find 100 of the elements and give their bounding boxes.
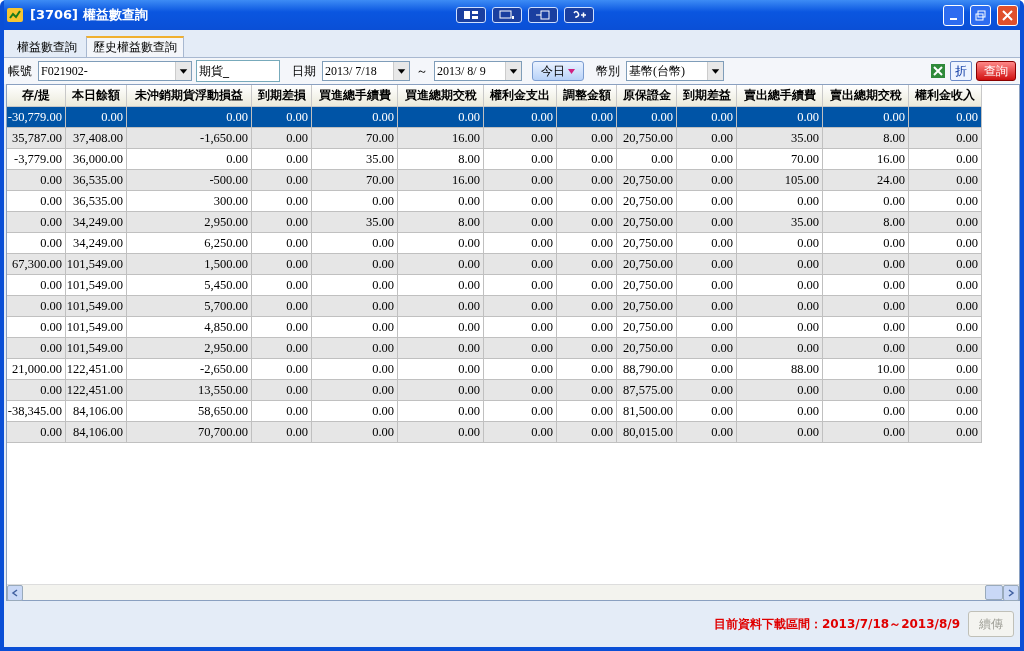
table-cell: 35.00 [737,128,823,149]
table-cell: 20,750.00 [617,191,677,212]
spreadsheet-icon[interactable] [930,63,946,79]
table-cell: 0.00 [909,359,982,380]
table-cell: 0.00 [398,359,484,380]
window-icon[interactable] [492,7,523,23]
table-cell: 20,750.00 [617,128,677,149]
table-cell: 0.00 [484,422,557,443]
horizontal-scrollbar[interactable] [7,584,1019,600]
table-cell: 0.00 [677,128,737,149]
table-cell: 0.00 [252,380,312,401]
column-header[interactable]: 未沖銷期貨浮動損益 [127,85,252,107]
table-cell: 0.00 [484,254,557,275]
table-cell: 0.00 [484,317,557,338]
scroll-left-icon[interactable] [7,585,23,601]
table-cell: 8.00 [398,212,484,233]
table-cell: 0.00 [737,380,823,401]
column-header[interactable]: 到期差益 [677,85,737,107]
table-cell: 0.00 [737,107,823,128]
table-cell: 35.00 [737,212,823,233]
table-cell: 0.00 [909,191,982,212]
table-cell: 0.00 [484,191,557,212]
table-cell: 0.00 [7,380,66,401]
table-cell: 0.00 [737,296,823,317]
table-cell: 0.00 [252,275,312,296]
column-header[interactable]: 本日餘額 [66,85,127,107]
caret-icon [175,62,191,80]
table-cell: 0.00 [312,233,398,254]
table-cell: 0.00 [127,107,252,128]
column-header[interactable]: 買進總手續費 [312,85,398,107]
table-cell: 0.00 [677,212,737,233]
table-cell: 122,451.00 [66,380,127,401]
account-dropdown[interactable]: F021902- [38,61,192,81]
table-cell: 88.00 [737,359,823,380]
column-header[interactable]: 買進總期交稅 [398,85,484,107]
table-cell: 0.00 [557,191,617,212]
table-cell: 0.00 [823,107,909,128]
currency-dropdown[interactable]: 基幣(台幣) [626,61,724,81]
table-cell: 0.00 [557,149,617,170]
column-header[interactable]: 調整金額 [557,85,617,107]
column-header[interactable]: 權利金收入 [909,85,982,107]
today-button[interactable]: 今日 [532,61,584,81]
grid-icon[interactable] [456,7,487,23]
column-header[interactable]: 權利金支出 [484,85,557,107]
table-cell: 0.00 [398,338,484,359]
close-icon [1002,9,1013,21]
window-title: [3706] 權益數查詢 [30,6,148,24]
column-header[interactable]: 原保證金 [617,85,677,107]
query-button[interactable]: 查詢 [976,61,1016,81]
table-cell: 20,750.00 [617,338,677,359]
table-cell: 0.00 [7,233,66,254]
table-cell: 0.00 [557,359,617,380]
table-cell: 0.00 [484,359,557,380]
table-cell: 36,535.00 [66,170,127,191]
column-header[interactable]: 賣出總期交稅 [823,85,909,107]
table-cell: 0.00 [557,107,617,128]
account-name-field[interactable]: 期貨_ [196,60,280,82]
tab[interactable]: 歷史權益數查詢 [86,36,184,57]
column-header[interactable]: 賣出總手續費 [737,85,823,107]
table-cell: 0.00 [737,401,823,422]
close-button[interactable] [997,4,1018,26]
restore-button[interactable] [970,4,991,26]
table-cell: 0.00 [252,128,312,149]
table-cell: 0.00 [252,170,312,191]
caret-icon [393,62,409,80]
table-cell: 0.00 [677,422,737,443]
caret-icon [505,62,521,80]
table-cell: 0.00 [909,275,982,296]
minimize-button[interactable] [943,4,964,26]
table-cell: 0.00 [398,296,484,317]
table-cell: 0.00 [312,380,398,401]
table-cell: 0.00 [252,212,312,233]
table-cell: 0.00 [677,149,737,170]
table-cell: 4,850.00 [127,317,252,338]
table-cell: 0.00 [398,254,484,275]
scroll-right-icon[interactable] [1003,585,1019,601]
scroll-thumb[interactable] [985,585,1003,600]
table-cell: 0.00 [398,233,484,254]
table-cell: 20,750.00 [617,212,677,233]
table-cell: 0.00 [312,422,398,443]
table-cell: 0.00 [823,254,909,275]
tab[interactable]: 權益數查詢 [10,36,84,57]
table-cell: 0.00 [252,422,312,443]
column-header[interactable]: 存/提 [7,85,66,107]
table-cell: 36,000.00 [66,149,127,170]
table-cell: 101,549.00 [66,317,127,338]
fold-button[interactable]: 折 [950,61,972,81]
table-cell: 0.00 [909,149,982,170]
table-cell: 0.00 [252,338,312,359]
table-cell: 0.00 [252,359,312,380]
table-cell: 0.00 [909,380,982,401]
table-cell: 67,300.00 [7,254,66,275]
table-cell: 16.00 [823,149,909,170]
column-header[interactable]: 到期差損 [252,85,312,107]
table-cell: 34,249.00 [66,212,127,233]
table-cell: 0.00 [7,191,66,212]
table-cell: 0.00 [677,170,737,191]
start-date-picker[interactable]: 2013/ 7/18 [322,61,410,81]
end-date-picker[interactable]: 2013/ 8/ 9 [434,61,522,81]
table-cell: 87,575.00 [617,380,677,401]
